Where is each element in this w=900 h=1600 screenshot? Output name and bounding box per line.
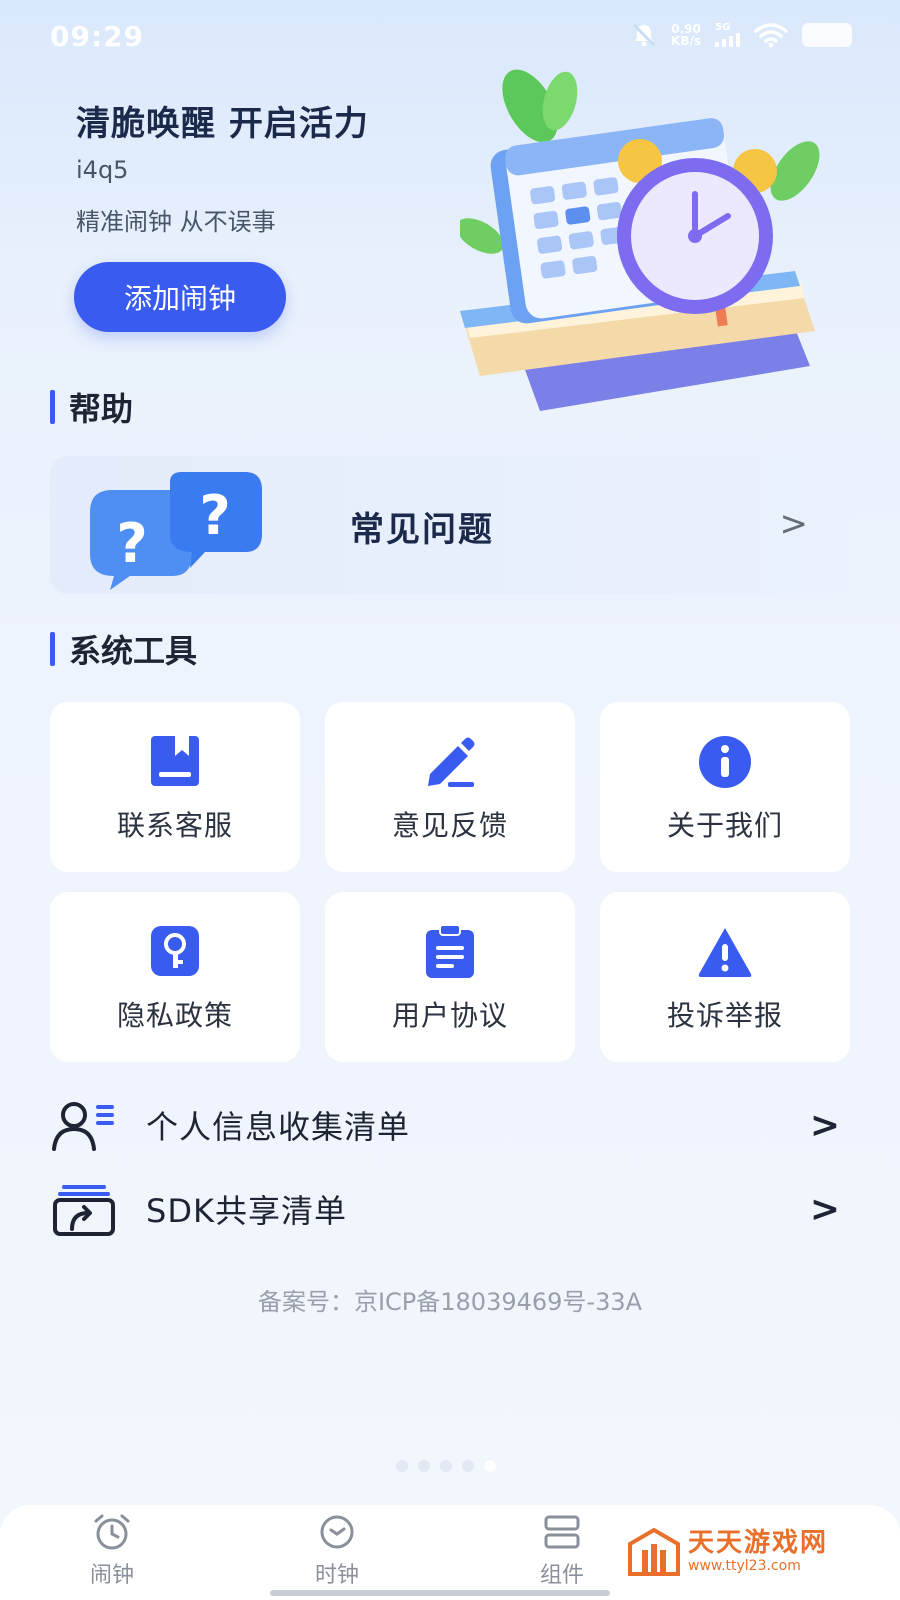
mute-bell-icon: [632, 23, 656, 47]
list-item-label: 个人信息收集清单: [146, 1108, 411, 1146]
list-item-label: SDK共享清单: [146, 1192, 347, 1230]
clock-icon: [320, 1515, 354, 1549]
chevron-right-icon: >: [809, 1104, 840, 1146]
tool-label: 投诉举报: [666, 999, 783, 1032]
heading-accent-bar: [50, 632, 55, 666]
watermark-url: www.ttyl23.com: [688, 1558, 801, 1574]
signal-bars-icon: [715, 33, 740, 47]
net-speed: 0.90 KB/s: [671, 23, 701, 47]
chevron-right-icon: >: [779, 504, 809, 544]
help-heading-text: 帮助: [69, 390, 134, 428]
net-speed-unit: KB/s: [671, 34, 701, 48]
warning-icon: [698, 928, 752, 977]
tool-label: 联系客服: [116, 809, 233, 842]
faq-card[interactable]: ? ? 常见问题 >: [50, 456, 850, 594]
tab-label: 闹钟: [89, 1563, 134, 1588]
share-box-icon: [53, 1185, 115, 1236]
status-bar: 09:29 0.90 KB/s 5G: [0, 0, 900, 72]
help-heading: 帮助: [50, 384, 133, 430]
tab-label: 时钟: [314, 1563, 359, 1588]
hero-subtitle: 精准闹钟 从不误事: [76, 208, 276, 236]
svg-text:?: ?: [199, 484, 230, 547]
network-type: 5G: [715, 22, 731, 33]
heading-accent-bar: [50, 390, 55, 424]
tab-alarm[interactable]: 闹钟: [52, 1513, 172, 1589]
hero-code: i4q5: [76, 156, 129, 184]
faq-label: 常见问题: [350, 510, 494, 550]
page-indicator: [396, 1460, 496, 1472]
status-icons: 0.90 KB/s 5G: [631, 22, 852, 48]
wifi-icon: [754, 23, 788, 48]
info-icon: [699, 736, 751, 788]
key-icon: [151, 926, 199, 976]
widget-icon: [544, 1515, 580, 1549]
tab-clock[interactable]: 时钟: [277, 1513, 397, 1589]
book-icon: [151, 736, 199, 786]
tool-privacy-policy[interactable]: 隐私政策: [50, 892, 300, 1062]
tool-complaint-report[interactable]: 投诉举报: [600, 892, 850, 1062]
clipboard-icon: [426, 924, 474, 978]
list-item-personal-info[interactable]: 个人信息收集清单 >: [50, 1090, 840, 1160]
add-alarm-button[interactable]: 添加闹钟: [74, 262, 286, 332]
pen-icon: [428, 737, 475, 787]
question-bubbles-icon: ? ?: [90, 472, 262, 590]
svg-text:?: ?: [116, 512, 147, 575]
tools-heading: 系统工具: [50, 626, 197, 672]
watermark: 天天游戏网 www.ttyl23.com: [628, 1528, 828, 1576]
watermark-logo-icon: [628, 1528, 680, 1576]
tool-label: 用户协议: [391, 999, 508, 1032]
tab-label: 组件: [539, 1563, 584, 1588]
tools-heading-text: 系统工具: [69, 632, 198, 670]
tab-widget[interactable]: 组件: [502, 1513, 622, 1589]
watermark-title: 天天游戏网: [688, 1528, 829, 1558]
home-indicator[interactable]: [270, 1590, 610, 1596]
tool-contact-service[interactable]: 联系客服: [50, 702, 300, 872]
tool-label: 隐私政策: [116, 999, 233, 1032]
chevron-right-icon: >: [809, 1188, 840, 1230]
tool-user-agreement[interactable]: 用户协议: [325, 892, 575, 1062]
icp-record: 备案号：京ICP备18039469号-33A: [257, 1288, 643, 1316]
tool-feedback[interactable]: 意见反馈: [325, 702, 575, 872]
cell-signal: 5G: [715, 23, 740, 47]
tool-about-us[interactable]: 关于我们: [600, 702, 850, 872]
status-time: 09:29: [50, 20, 145, 53]
hero-title: 清脆唤醒 开启活力: [76, 104, 369, 144]
tool-label: 意见反馈: [391, 809, 508, 842]
battery-icon: [802, 23, 852, 47]
alarm-icon: [94, 1514, 130, 1550]
list-item-sdk-share[interactable]: SDK共享清单 >: [50, 1174, 840, 1244]
tool-label: 关于我们: [666, 809, 783, 842]
user-list-icon: [52, 1102, 114, 1151]
calendar-alarm-illustration: [460, 69, 820, 411]
